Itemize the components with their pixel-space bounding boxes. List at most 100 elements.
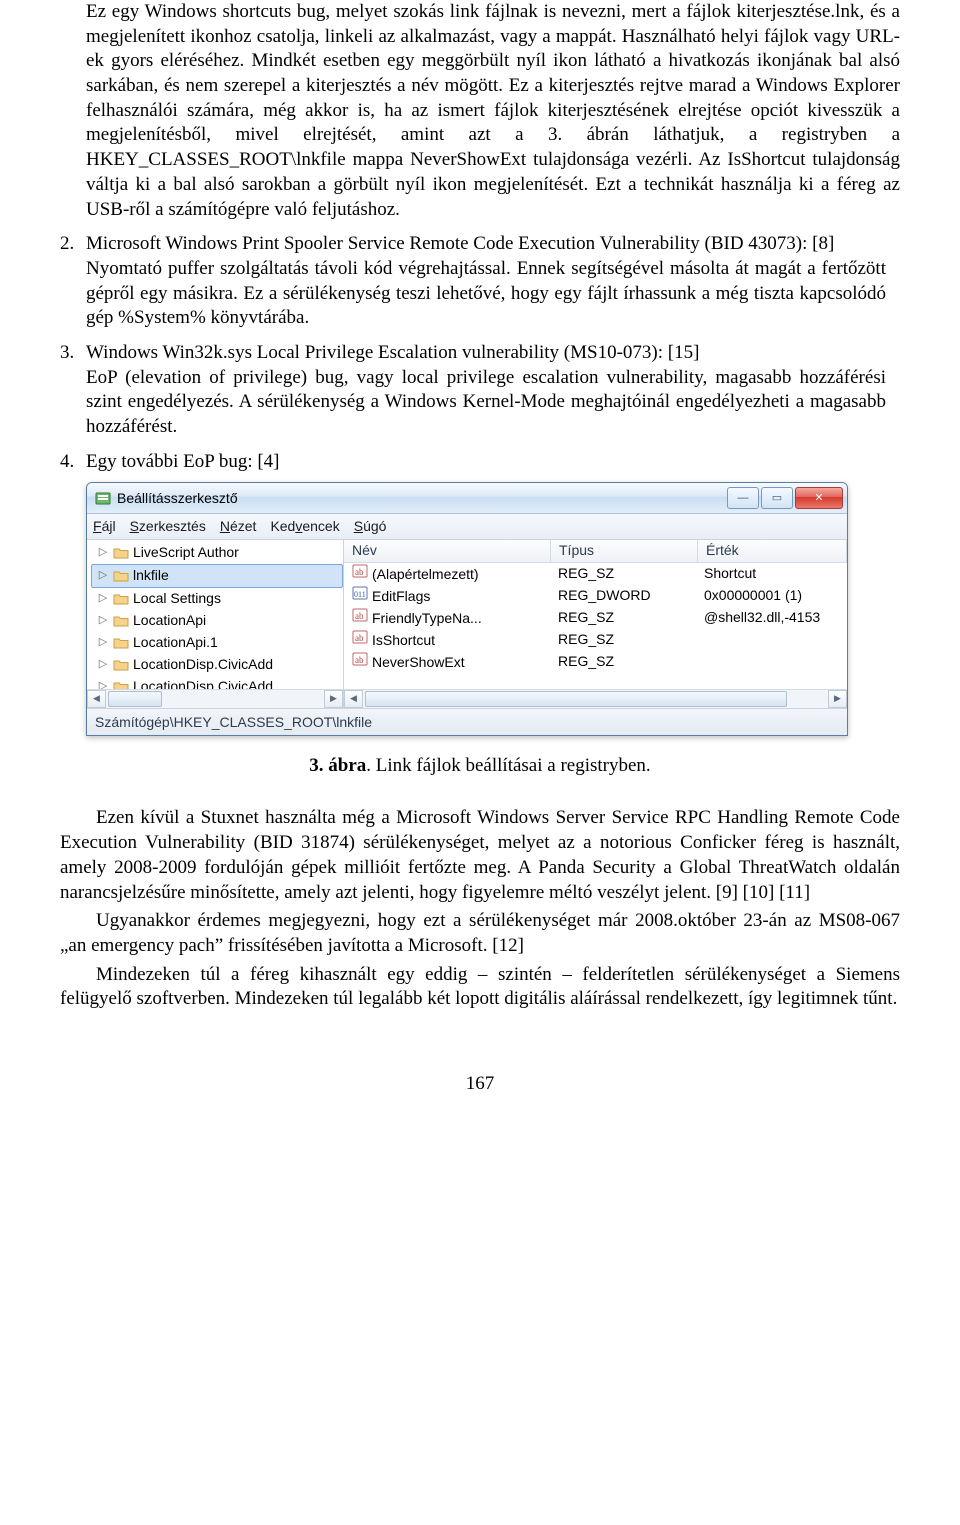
svg-text:ab: ab: [355, 611, 364, 621]
list-line1: Windows Win32k.sys Local Privilege Escal…: [86, 342, 699, 363]
col-type[interactable]: Típus: [551, 540, 698, 562]
folder-icon: [113, 658, 129, 672]
folder-icon: [113, 636, 129, 650]
tree-expand-icon[interactable]: ▷: [97, 613, 109, 627]
value-type-cell: REG_SZ: [550, 564, 696, 582]
scroll-track[interactable]: [106, 691, 324, 707]
paragraph-after-2: Ugyanakkor érdemes megjegyezni, hogy ezt…: [60, 909, 900, 958]
string-value-icon: ab: [352, 629, 368, 645]
tree-expand-icon[interactable]: ▷: [97, 635, 109, 649]
svg-text:ab: ab: [355, 655, 364, 665]
tree-item[interactable]: ▷ LocationDisp.CivicAdd: [91, 654, 343, 676]
page-number: 167: [60, 1072, 900, 1097]
regedit-icon: [95, 490, 111, 506]
col-name[interactable]: Név: [344, 540, 551, 562]
list-hscrollbar[interactable]: ◀ ▶: [344, 689, 847, 708]
tree-expand-icon[interactable]: ▷: [97, 545, 109, 559]
registry-editor-window: Beállításszerkesztő — ▭ ✕ Fájl Szerkeszt…: [86, 482, 848, 735]
list-header[interactable]: Név Típus Érték: [344, 540, 847, 563]
menu-rest: encek: [302, 518, 339, 534]
scroll-left-icon[interactable]: ◀: [87, 690, 106, 708]
value-data-cell: @shell32.dll,-4153: [696, 608, 847, 626]
menu-file[interactable]: Fájl: [93, 517, 116, 535]
list-item-3: 3.Windows Win32k.sys Local Privilege Esc…: [60, 341, 900, 440]
value-name-cell: abFriendlyTypeNa...: [344, 607, 550, 627]
value-type-cell: REG_SZ: [550, 630, 696, 648]
scroll-thumb[interactable]: [108, 691, 162, 707]
registry-value-row[interactable]: abNeverShowExtREG_SZ: [344, 651, 847, 673]
scroll-thumb[interactable]: [365, 691, 787, 707]
tree-expand-icon[interactable]: ▷: [97, 591, 109, 605]
list-pane[interactable]: Név Típus Érték ab(Alapértelmezett)REG_S…: [344, 540, 847, 708]
registry-value-row[interactable]: abFriendlyTypeNa...REG_SZ@shell32.dll,-4…: [344, 607, 847, 629]
menu-edit[interactable]: Szerkesztés: [130, 517, 206, 535]
list-item-2: 2.Microsoft Windows Print Spooler Servic…: [60, 232, 900, 331]
scroll-track[interactable]: [363, 691, 828, 707]
menu-underline: S: [354, 518, 363, 534]
tree-item[interactable]: ▷ Local Settings: [91, 588, 343, 610]
paragraph-1: Ez egy Windows shortcuts bug, melyet szo…: [60, 0, 900, 222]
binary-value-icon: 011: [352, 585, 368, 601]
list-number: 4.: [60, 450, 86, 475]
value-name-cell: abNeverShowExt: [344, 651, 550, 671]
col-value[interactable]: Érték: [698, 540, 847, 562]
registry-value-row[interactable]: 011EditFlagsREG_DWORD0x00000001 (1): [344, 585, 847, 607]
value-name-cell: abIsShortcut: [344, 629, 550, 649]
registry-editor-figure: Beállításszerkesztő — ▭ ✕ Fájl Szerkeszt…: [86, 482, 900, 735]
tree-item[interactable]: ▷ LocationApi.1: [91, 632, 343, 654]
value-type-cell: REG_SZ: [550, 608, 696, 626]
menu-rest: ájl: [102, 518, 116, 534]
svg-text:ab: ab: [355, 633, 364, 643]
tree-hscrollbar[interactable]: ◀ ▶: [87, 689, 343, 708]
menu-rest: úgó: [363, 518, 386, 534]
folder-icon: [113, 569, 129, 583]
menu-rest: zerkesztés: [139, 518, 206, 534]
tree-item[interactable]: ▷ LiveScript Author: [91, 542, 343, 564]
folder-icon: [113, 546, 129, 560]
value-data-cell: Shortcut: [696, 564, 847, 582]
figure-caption: 3. ábra. Link fájlok beállításai a regis…: [60, 754, 900, 779]
maximize-button[interactable]: ▭: [761, 487, 793, 509]
list-line1: Microsoft Windows Print Spooler Service …: [86, 233, 834, 254]
titlebar[interactable]: Beállításszerkesztő — ▭ ✕: [87, 483, 847, 514]
tree-expand-icon[interactable]: ▷: [97, 568, 109, 582]
tree-label: Local Settings: [133, 589, 221, 607]
tree-expand-icon[interactable]: ▷: [97, 657, 109, 671]
paragraph-after-3: Mindezeken túl a féreg kihasznált egy ed…: [60, 963, 900, 1012]
menu-help[interactable]: Súgó: [354, 517, 387, 535]
scroll-right-icon[interactable]: ▶: [324, 690, 343, 708]
menu-view[interactable]: Nézet: [220, 517, 257, 535]
tree-pane[interactable]: ▷LiveScript Author▷lnkfile▷Local Setting…: [87, 540, 344, 708]
menubar: Fájl Szerkesztés Nézet Kedvencek Súgó: [87, 514, 847, 539]
value-type-cell: REG_SZ: [550, 652, 696, 670]
tree-label: LocationDisp.CivicAdd: [133, 655, 273, 673]
registry-value-row[interactable]: ab(Alapértelmezett)REG_SZShortcut: [344, 563, 847, 585]
tree-label: LiveScript Author: [133, 543, 239, 561]
menu-rest: ézet: [230, 518, 256, 534]
minimize-button[interactable]: —: [727, 487, 759, 509]
value-type-cell: REG_DWORD: [550, 586, 696, 604]
tree-item[interactable]: ▷lnkfile: [91, 564, 343, 588]
value-data-cell: 0x00000001 (1): [696, 586, 847, 604]
list-line2: EoP (elevation of privilege) bug, vagy l…: [86, 367, 886, 437]
list-body: Egy további EoP bug: [4]: [86, 450, 886, 475]
menu-favorites[interactable]: Kedvencek: [270, 517, 339, 535]
list-item-4: 4.Egy további EoP bug: [4]: [60, 450, 900, 475]
svg-text:ab: ab: [355, 567, 364, 577]
scroll-right-icon[interactable]: ▶: [828, 690, 847, 708]
tree-item[interactable]: ▷ LocationApi: [91, 610, 343, 632]
string-value-icon: ab: [352, 651, 368, 667]
tree-label: LocationApi: [133, 611, 206, 629]
list-number: 3.: [60, 341, 86, 366]
close-button[interactable]: ✕: [795, 487, 843, 509]
svg-text:011: 011: [354, 590, 366, 599]
menu-underline: S: [130, 518, 139, 534]
registry-value-row[interactable]: abIsShortcutREG_SZ: [344, 629, 847, 651]
list-body: Windows Win32k.sys Local Privilege Escal…: [86, 341, 886, 440]
scroll-left-icon[interactable]: ◀: [344, 690, 363, 708]
folder-icon: [113, 592, 129, 606]
paragraph-after-1: Ezen kívül a Stuxnet használta még a Mic…: [60, 806, 900, 905]
string-value-icon: ab: [352, 563, 368, 579]
tree-label: LocationApi.1: [133, 633, 218, 651]
list-body: Microsoft Windows Print Spooler Service …: [86, 232, 886, 331]
